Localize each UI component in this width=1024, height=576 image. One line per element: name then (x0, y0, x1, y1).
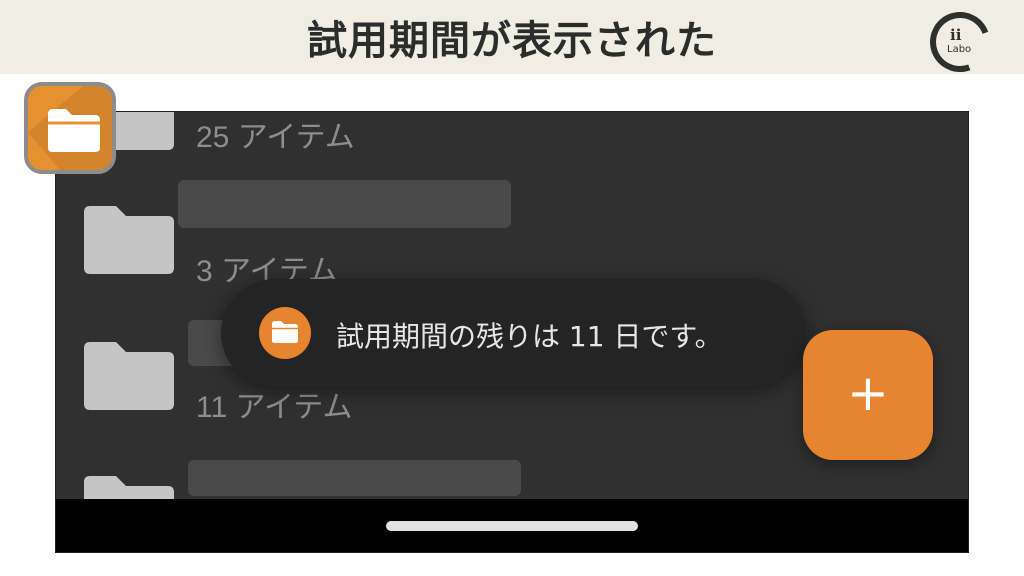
plus-icon: + (847, 364, 889, 422)
folder-icon (272, 321, 298, 343)
phone-screen: 25 アイテム 3 アイテム 11 アイテム 試用期間の残りは 11 日です。 … (55, 111, 969, 553)
toast-app-icon (259, 307, 311, 359)
add-button[interactable]: + (803, 330, 933, 460)
folder-icon (48, 109, 100, 152)
item-count: 25 アイテム (196, 121, 355, 154)
folder-icon[interactable] (84, 340, 174, 410)
item-count: 11 アイテム (196, 391, 353, 424)
title-banner: 試用期間が表示された ii Labo (0, 0, 1024, 82)
folder-icon[interactable] (84, 204, 174, 274)
redacted-folder-name[interactable] (178, 180, 511, 228)
redacted-folder-name[interactable] (188, 460, 521, 496)
site-logo: ii Labo (920, 2, 1000, 82)
trial-toast: 試用期間の残りは 11 日です。 (221, 279, 806, 387)
app-icon (24, 82, 116, 174)
logo-bottom-text: Labo (947, 44, 972, 55)
home-indicator[interactable] (386, 521, 638, 531)
toast-message: 試用期間の残りは 11 日です。 (336, 320, 723, 353)
system-nav-bar (56, 499, 968, 552)
logo-top-text: ii (950, 26, 962, 44)
page-title: 試用期間が表示された (307, 18, 717, 64)
